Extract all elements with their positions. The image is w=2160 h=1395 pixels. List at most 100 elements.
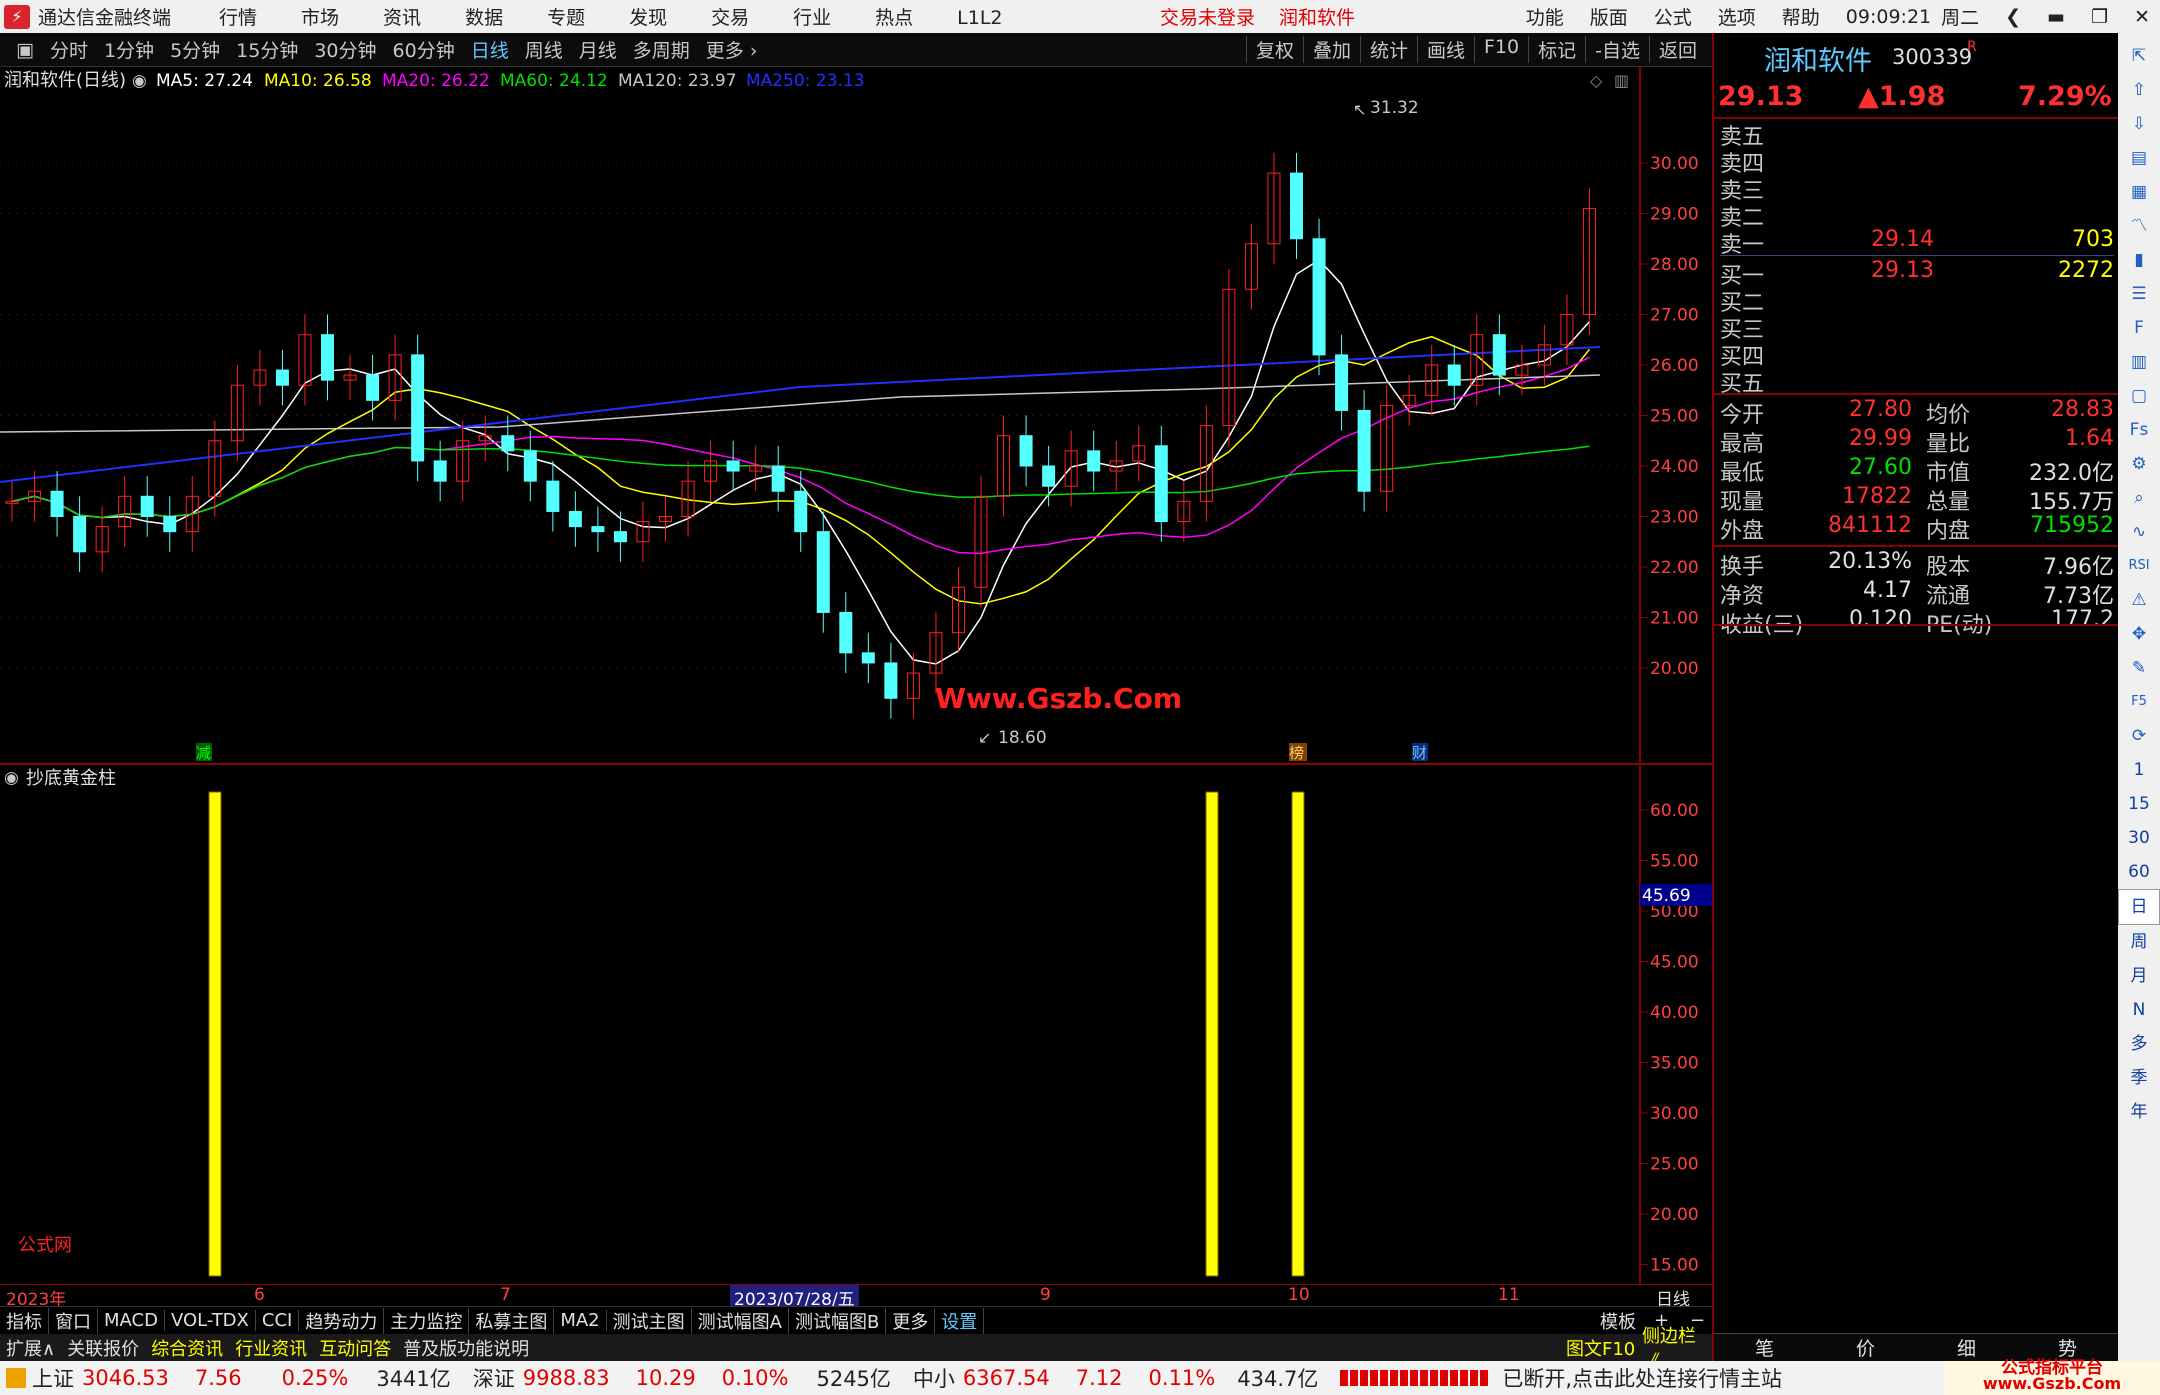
down-icon[interactable]: ⇩ bbox=[2118, 107, 2160, 141]
menu-layout[interactable]: 版面 bbox=[1590, 3, 1628, 30]
period-tab[interactable]: 60分钟 bbox=[393, 36, 455, 63]
search-icon[interactable]: ⌕ bbox=[2118, 481, 2160, 515]
shortcut[interactable]: 30 bbox=[2118, 821, 2160, 855]
trend-tab[interactable]: 势 bbox=[2017, 1334, 2118, 1361]
tab[interactable]: 私募主图 bbox=[469, 1307, 555, 1334]
menu-item[interactable]: 资讯 bbox=[383, 7, 421, 29]
tool-button[interactable]: 复权 bbox=[1245, 36, 1303, 63]
menu-options[interactable]: 选项 bbox=[1718, 3, 1756, 30]
up-icon[interactable]: ⇧ bbox=[2118, 73, 2160, 107]
minimize-icon[interactable]: ▬ bbox=[2047, 6, 2065, 28]
tool-button[interactable]: 统计 bbox=[1359, 36, 1417, 63]
period-tab[interactable]: 周线 bbox=[525, 36, 563, 63]
indicator-toggle-icon[interactable]: ◉ bbox=[4, 768, 19, 788]
period-tab[interactable]: 30分钟 bbox=[314, 36, 376, 63]
layout-toggle-icon[interactable]: ▣ bbox=[16, 39, 34, 61]
tab[interactable]: 趋势动力 bbox=[299, 1307, 385, 1334]
chart-icon[interactable]: ▤ bbox=[2118, 141, 2160, 175]
ma-legend-toggle-icon[interactable]: ◉ bbox=[132, 71, 147, 91]
tab[interactable]: 扩展∧ bbox=[0, 1335, 61, 1361]
period-tab[interactable]: 15分钟 bbox=[236, 36, 298, 63]
period-tab[interactable]: 分时 bbox=[50, 36, 88, 63]
tool-button[interactable]: F10 bbox=[1474, 36, 1528, 63]
period-tab[interactable]: 1分钟 bbox=[104, 36, 154, 63]
back-icon[interactable]: ❮ bbox=[2005, 6, 2021, 28]
shortcut[interactable]: 60 bbox=[2118, 855, 2160, 889]
shortcut[interactable]: 年 bbox=[2118, 1095, 2160, 1129]
kline-chart[interactable]: 30.00 29.00 28.00 27.00 26.00 25.00 24.00 23.00… bbox=[0, 67, 1712, 765]
tab[interactable]: CCI bbox=[256, 1310, 300, 1331]
tab[interactable]: 主力监控 bbox=[384, 1307, 470, 1334]
tab[interactable]: 测试幅图A bbox=[692, 1307, 789, 1334]
expand-icon[interactable]: ⇱ bbox=[2118, 39, 2160, 73]
menu-item[interactable]: 专题 bbox=[547, 7, 585, 29]
menu-item[interactable]: 行业 bbox=[793, 7, 831, 29]
menu-item[interactable]: 数据 bbox=[465, 7, 503, 29]
menu-item[interactable]: 交易 bbox=[711, 7, 749, 29]
connection-message[interactable]: 已断开,点击此处连接行情主站 bbox=[1502, 1363, 1782, 1393]
tab[interactable]: VOL-TDX bbox=[165, 1310, 256, 1331]
shortcut[interactable]: 月 bbox=[2118, 959, 2160, 993]
f10-button[interactable]: 图文F10 bbox=[1560, 1335, 1641, 1361]
tool-button[interactable]: 返回 bbox=[1648, 36, 1706, 63]
pen-icon[interactable]: ✎ bbox=[2118, 651, 2160, 685]
menu-help[interactable]: 帮助 bbox=[1782, 3, 1820, 30]
shortcut-active[interactable]: 日 bbox=[2118, 889, 2160, 925]
tab[interactable]: 综合资讯 bbox=[145, 1335, 229, 1361]
shortcut[interactable]: 多 bbox=[2118, 1027, 2160, 1061]
period-tab[interactable]: 5分钟 bbox=[170, 36, 220, 63]
alert-icon[interactable]: ⚠ bbox=[2118, 583, 2160, 617]
menu-formula[interactable]: 公式 bbox=[1654, 3, 1692, 30]
refresh-icon[interactable]: ⟳ bbox=[2118, 719, 2160, 753]
grid-icon[interactable]: ▦ bbox=[2118, 175, 2160, 209]
wave-icon[interactable]: ∿ bbox=[2118, 515, 2160, 549]
f5-icon[interactable]: F5 bbox=[2118, 685, 2160, 719]
tick-tab[interactable]: 笔 bbox=[1714, 1334, 1815, 1361]
tool-button[interactable]: 标记 bbox=[1528, 36, 1585, 63]
shortcut[interactable]: N bbox=[2118, 993, 2160, 1027]
calc-icon[interactable]: ⚙ bbox=[2118, 447, 2160, 481]
detail-tab[interactable]: 细 bbox=[1916, 1334, 2017, 1361]
shortcut[interactable]: 15 bbox=[2118, 787, 2160, 821]
menu-item[interactable]: 发现 bbox=[629, 7, 667, 29]
index-icon[interactable] bbox=[6, 1368, 26, 1388]
indicator-chart[interactable]: ◉ 抄底黄金柱 60.0055.0050.0045.0040.0035.0030… bbox=[0, 766, 1712, 1284]
trend-icon[interactable]: 〽 bbox=[2118, 209, 2160, 243]
menu-item[interactable]: 市场 bbox=[301, 7, 339, 29]
period-tab[interactable]: 多周期 bbox=[633, 36, 690, 63]
period-tab[interactable]: 月线 bbox=[579, 36, 617, 63]
table-icon[interactable]: ▥ bbox=[2118, 345, 2160, 379]
chart-option-icon[interactable]: ◇ bbox=[1590, 71, 1603, 90]
close-icon[interactable]: ✕ bbox=[2134, 6, 2150, 28]
period-tab-daily[interactable]: 日线 bbox=[471, 36, 509, 63]
shortcut[interactable]: 季 bbox=[2118, 1061, 2160, 1095]
tab[interactable]: 关联报价 bbox=[61, 1335, 145, 1361]
login-status[interactable]: 交易未登录 bbox=[1160, 7, 1255, 29]
golden-bar[interactable] bbox=[1205, 791, 1219, 1277]
tab[interactable]: 测试幅图B bbox=[789, 1307, 887, 1334]
tab[interactable]: MACD bbox=[98, 1310, 165, 1331]
tool-button[interactable]: 叠加 bbox=[1302, 36, 1360, 63]
golden-bar[interactable] bbox=[208, 791, 222, 1277]
menu-function[interactable]: 功能 bbox=[1526, 3, 1564, 30]
tab[interactable]: 测试主图 bbox=[607, 1307, 692, 1334]
period-more[interactable]: 更多 › bbox=[706, 36, 758, 63]
doc-icon[interactable]: ▢ bbox=[2118, 379, 2160, 413]
kline-icon[interactable]: ▮ bbox=[2118, 243, 2160, 277]
tab-settings[interactable]: 设置 bbox=[935, 1307, 985, 1334]
golden-bar[interactable] bbox=[1291, 791, 1305, 1277]
maximize-icon[interactable]: ❐ bbox=[2091, 6, 2108, 28]
tool-button[interactable]: -自选 bbox=[1585, 36, 1649, 63]
f10-icon[interactable]: F bbox=[2118, 311, 2160, 345]
menu-item[interactable]: L1L2 bbox=[957, 7, 1002, 29]
tab[interactable]: 互动问答 bbox=[313, 1335, 397, 1361]
move-icon[interactable]: ✥ bbox=[2118, 617, 2160, 651]
shortcut[interactable]: 1 bbox=[2118, 753, 2160, 787]
fs-icon[interactable]: Fs bbox=[2118, 413, 2160, 447]
tab[interactable]: 普及版功能说明 bbox=[397, 1335, 535, 1361]
tab[interactable]: 行业资讯 bbox=[229, 1335, 313, 1361]
menu-item[interactable]: 热点 bbox=[875, 7, 913, 29]
tab[interactable]: 窗口 bbox=[49, 1307, 98, 1334]
shortcut[interactable]: 周 bbox=[2118, 925, 2160, 959]
tool-button[interactable]: 画线 bbox=[1416, 36, 1474, 63]
